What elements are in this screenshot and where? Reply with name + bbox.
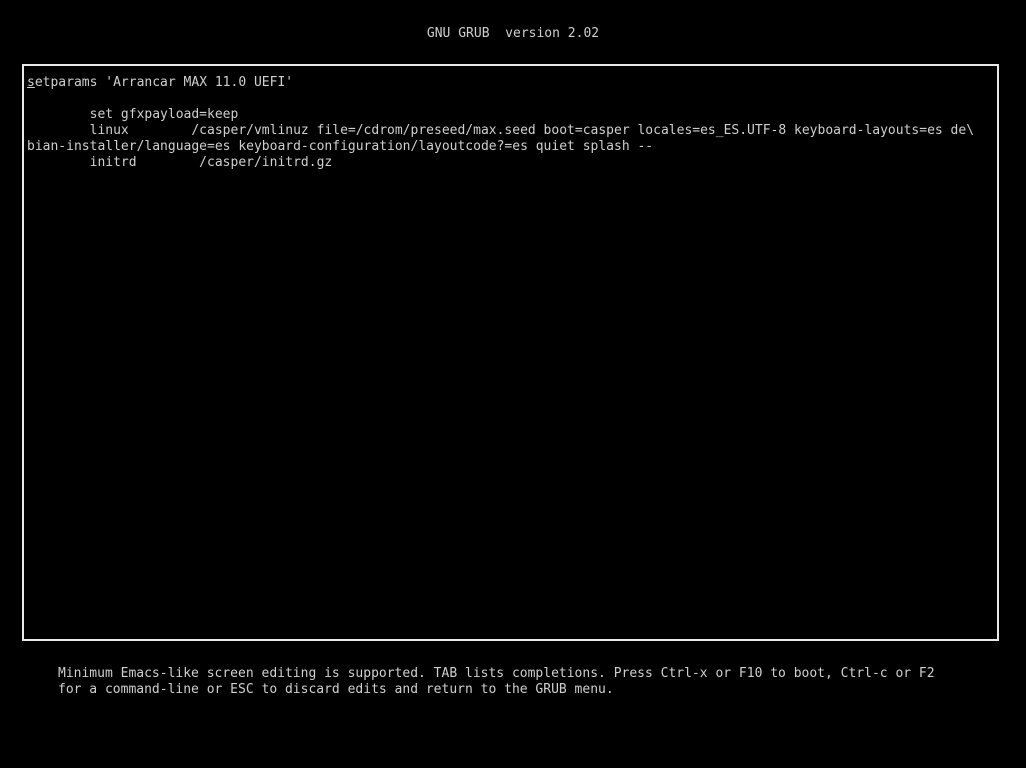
- editor-line-linux-continued[interactable]: bian-installer/language=es keyboard-conf…: [27, 139, 997, 155]
- text-cursor: s: [27, 75, 35, 90]
- grub-version-title: GNU GRUB version 2.02: [426, 26, 600, 41]
- editing-help-text: Minimum Emacs-like screen editing is sup…: [58, 666, 998, 698]
- editor-line-blank[interactable]: [27, 91, 997, 107]
- boot-entry-editor[interactable]: setparams 'Arrancar MAX 11.0 UEFI' set g…: [22, 64, 999, 641]
- editor-line-setparams[interactable]: setparams 'Arrancar MAX 11.0 UEFI': [27, 75, 997, 91]
- setparams-text: etparams 'Arrancar MAX 11.0 UEFI': [34, 75, 294, 90]
- editor-line-initrd[interactable]: initrd /casper/initrd.gz: [27, 155, 997, 171]
- editor-line-linux[interactable]: linux /casper/vmlinuz file=/cdrom/presee…: [27, 123, 997, 139]
- help-line-1: Minimum Emacs-like screen editing is sup…: [58, 666, 935, 681]
- help-line-2: for a command-line or ESC to discard edi…: [58, 682, 614, 697]
- editor-text-area[interactable]: setparams 'Arrancar MAX 11.0 UEFI' set g…: [27, 75, 997, 171]
- editor-line-gfxpayload[interactable]: set gfxpayload=keep: [27, 107, 997, 123]
